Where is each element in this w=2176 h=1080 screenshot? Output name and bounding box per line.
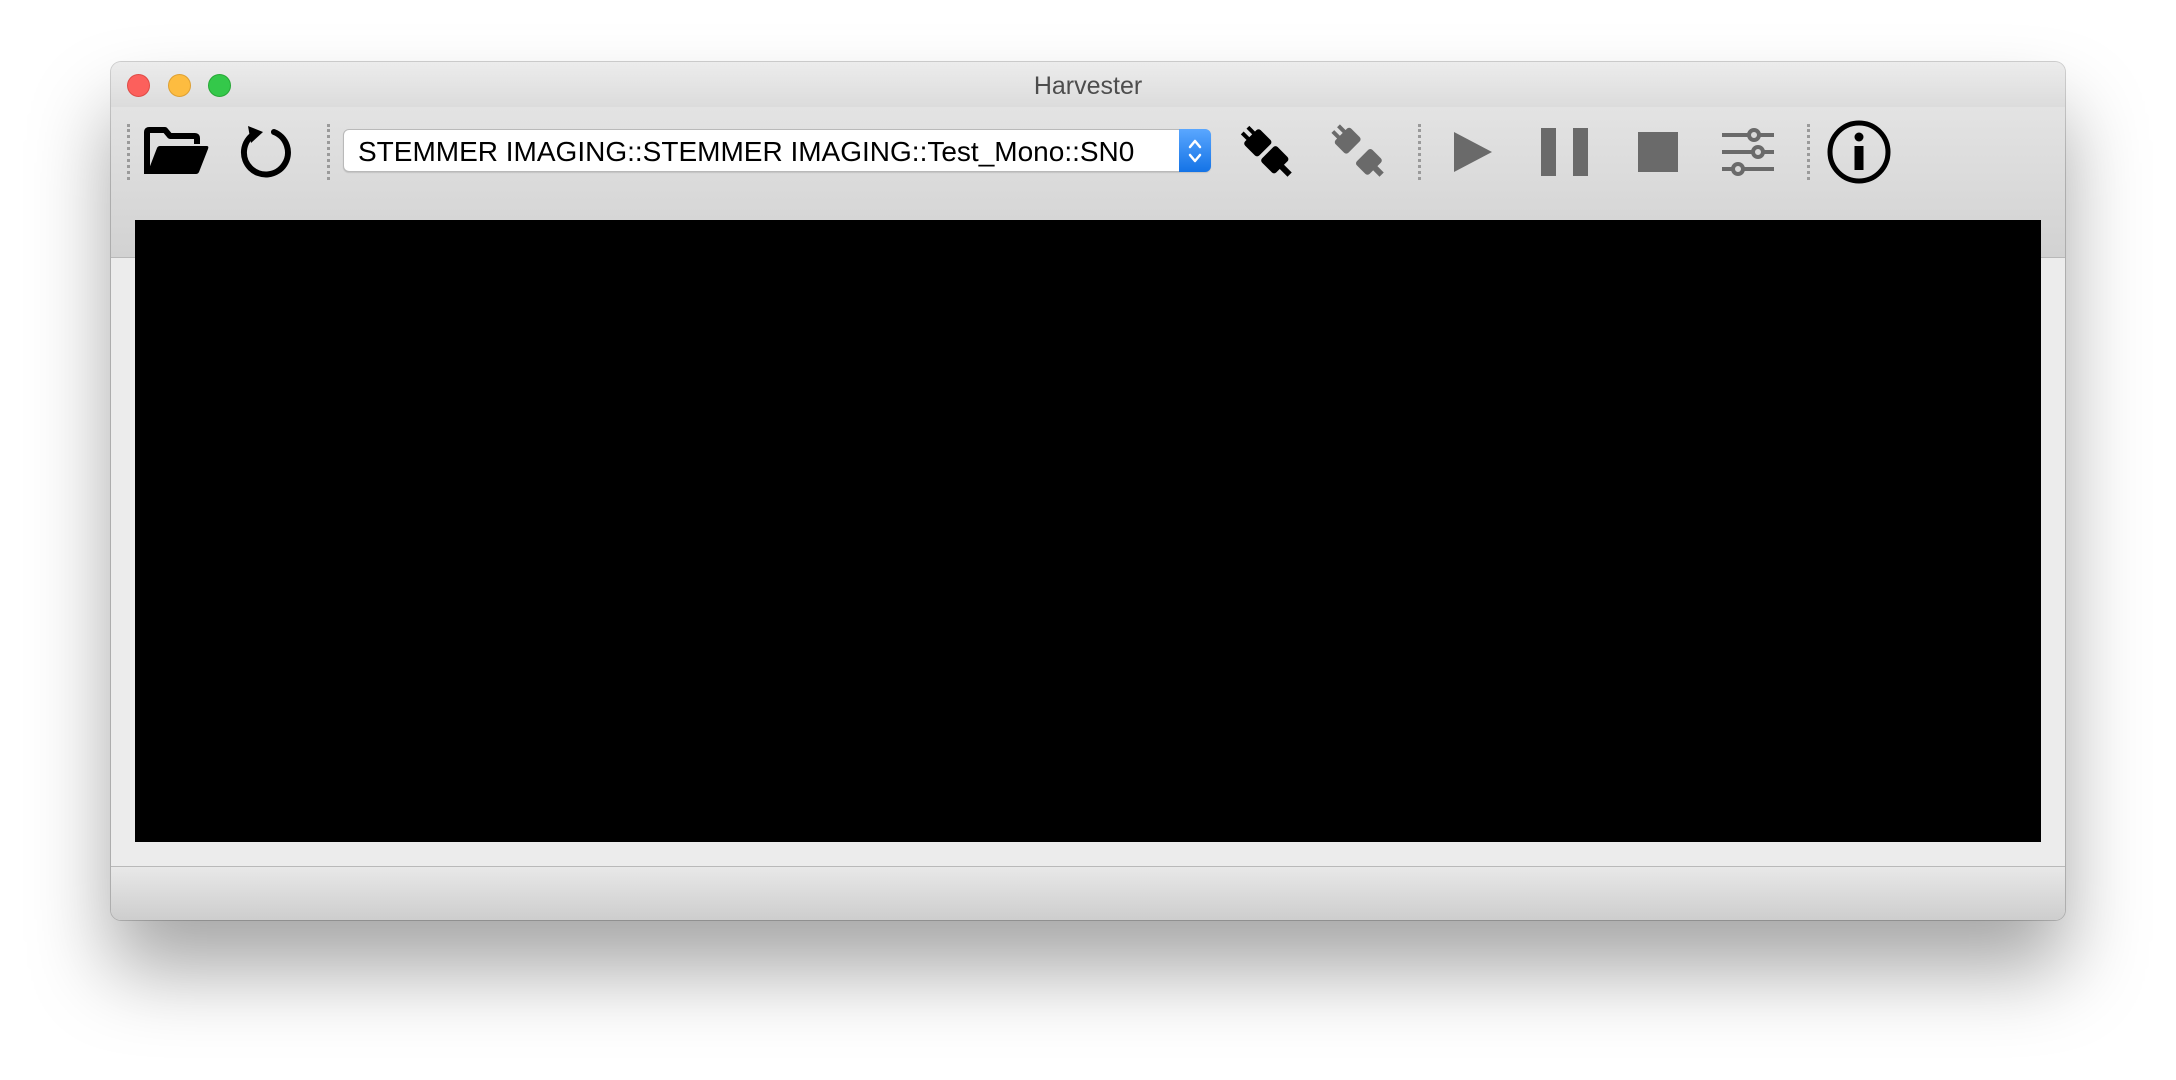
- title-bar: Harvester: [111, 62, 2065, 108]
- device-select-arrow[interactable]: [1179, 129, 1211, 172]
- device-select[interactable]: STEMMER IMAGING::STEMMER IMAGING::Test_M…: [343, 129, 1211, 172]
- up-down-chevron-icon: [1188, 139, 1202, 162]
- sliders-icon: [1722, 128, 1774, 176]
- window-title: Harvester: [1033, 72, 1143, 100]
- attribute-controller-button[interactable]: [1716, 107, 1780, 197]
- about-button[interactable]: [1824, 107, 1894, 197]
- app-window: Harvester STEMMER IMAGING::STEMMER IMAGI…: [111, 62, 2065, 920]
- connect-button[interactable]: [1232, 107, 1302, 197]
- status-bar: [111, 866, 2065, 920]
- pause-icon: [1541, 128, 1588, 176]
- folder-open-icon: [144, 127, 209, 174]
- toolbar-separator: [1418, 124, 1421, 180]
- play-icon: [1454, 132, 1492, 172]
- toolbar-separator: [1807, 124, 1810, 180]
- stop-icon: [1638, 132, 1678, 172]
- start-acquisition-button[interactable]: [1443, 107, 1501, 197]
- info-icon: [1827, 120, 1891, 184]
- refresh-button[interactable]: [235, 107, 297, 197]
- disconnect-button[interactable]: [1324, 107, 1394, 197]
- toolbar-separator: [327, 124, 330, 180]
- pause-acquisition-button[interactable]: [1535, 107, 1595, 197]
- refresh-icon: [240, 126, 291, 178]
- stop-acquisition-button[interactable]: [1629, 107, 1687, 197]
- disconnect-icon: [1331, 124, 1384, 177]
- open-file-button[interactable]: [140, 107, 214, 197]
- image-canvas[interactable]: [135, 220, 2041, 842]
- toolbar-separator: [127, 124, 130, 180]
- device-select-value: STEMMER IMAGING::STEMMER IMAGING::Test_M…: [358, 136, 1135, 167]
- connect-icon: [1240, 125, 1292, 177]
